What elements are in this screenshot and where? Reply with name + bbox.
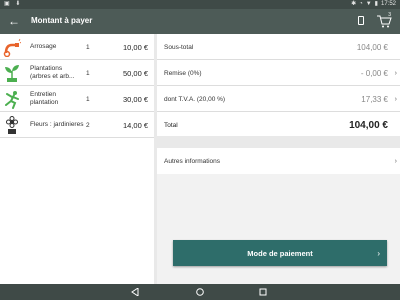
total-row: Total 104,00 € xyxy=(157,112,400,138)
chevron-right-icon: › xyxy=(394,157,397,165)
total-label: Total xyxy=(164,121,178,129)
status-bar: ▣ ⬇ ✱ ◔ ▼ ▮ 17:52 xyxy=(0,0,400,9)
item-list: Arrosage 1 10,00 € Plantations (arbres e… xyxy=(0,34,154,284)
item-name: Arrosage xyxy=(30,43,57,50)
totals-panel: Sous-total 104,00 € Remise (0%) - 0,00 €… xyxy=(157,34,400,136)
payment-method-label: Mode de paiement xyxy=(247,248,313,258)
cart-count-badge: 3 xyxy=(388,12,391,18)
other-info-label: Autres informations xyxy=(164,157,220,165)
bluetooth-icon: ✱ xyxy=(351,1,357,7)
total-value: 104,00 € xyxy=(349,119,388,131)
wifi-icon: ▼ xyxy=(365,1,372,7)
item-qty: 1 xyxy=(86,43,90,51)
discount-row[interactable]: Remise (0%) - 0,00 € › xyxy=(157,60,400,86)
document-icon[interactable] xyxy=(358,16,364,25)
clock-time: 17:52 xyxy=(380,1,396,7)
gardener-icon xyxy=(5,91,19,109)
vat-label: dont T.V.A. (20,00 %) xyxy=(164,95,226,103)
payment-area xyxy=(157,174,400,284)
nav-recents-icon[interactable] xyxy=(257,286,269,298)
vat-row[interactable]: dont T.V.A. (20,00 %) 17,33 € › xyxy=(157,86,400,112)
battery-icon: ▮ xyxy=(374,1,378,7)
chevron-right-icon: › xyxy=(394,95,397,103)
item-name: Fleurs : jardinieres xyxy=(30,121,84,128)
plant-icon xyxy=(5,65,19,82)
item-price: 10,00 € xyxy=(122,42,148,52)
item-qty: 1 xyxy=(86,95,90,103)
list-item[interactable]: Arrosage 1 10,00 € xyxy=(0,34,154,60)
photo-icon: ▣ xyxy=(4,1,12,7)
subtotal-label: Sous-total xyxy=(164,43,194,51)
nav-back-icon[interactable] xyxy=(129,286,141,298)
chevron-right-icon: › xyxy=(394,69,397,77)
subtotal-value: 104,00 € xyxy=(356,42,388,52)
list-item[interactable]: Entretien plantation 1 30,00 € xyxy=(0,86,154,112)
item-name: Plantations (arbres et arb... xyxy=(30,65,75,80)
page-title: Montant à payer xyxy=(31,16,93,25)
alarm-icon: ◔ xyxy=(359,1,363,7)
item-name: Entretien plantation xyxy=(30,91,59,106)
watering-hose-icon xyxy=(3,38,21,57)
vat-value: 17,33 € xyxy=(361,94,388,104)
app-bar: ← Montant à payer 3 xyxy=(0,9,400,34)
subtotal-row: Sous-total 104,00 € xyxy=(157,34,400,60)
system-nav-bar xyxy=(0,284,400,300)
chevron-right-icon: › xyxy=(377,248,380,258)
discount-label: Remise (0%) xyxy=(164,69,202,77)
list-item[interactable]: Plantations (arbres et arb... 1 50,00 € xyxy=(0,60,154,86)
download-icon: ⬇ xyxy=(15,1,23,7)
item-price: 50,00 € xyxy=(122,68,148,78)
item-price: 30,00 € xyxy=(122,94,148,104)
flower-icon xyxy=(6,116,18,134)
payment-method-button[interactable]: Mode de paiement › xyxy=(173,240,387,266)
item-price: 14,00 € xyxy=(122,120,148,130)
item-qty: 1 xyxy=(86,69,90,77)
list-item[interactable]: Fleurs : jardinieres 2 14,00 € xyxy=(0,112,154,138)
discount-value: - 0,00 € xyxy=(360,68,388,78)
back-arrow-icon[interactable]: ← xyxy=(8,13,20,29)
item-qty: 2 xyxy=(86,121,90,129)
other-info-row[interactable]: Autres informations › xyxy=(157,148,400,174)
nav-home-icon[interactable] xyxy=(194,286,206,298)
